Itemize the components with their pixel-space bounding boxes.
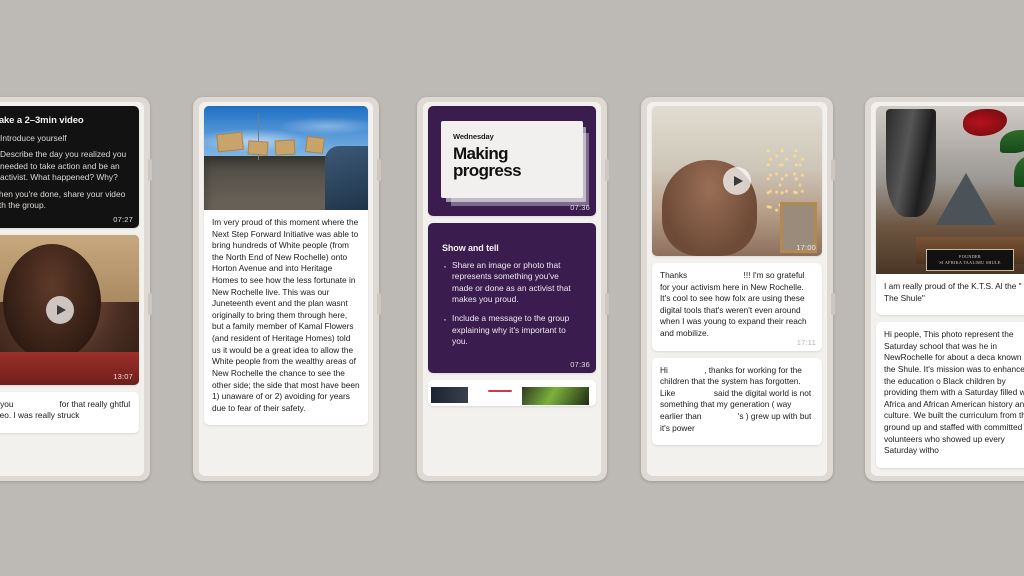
video-thumbnail[interactable] <box>0 234 139 385</box>
video-card[interactable]: 17:00 <box>652 106 822 256</box>
video-card[interactable]: 13:07 <box>0 234 139 385</box>
phone-screen-5: FOUNDER SI AFRIKA TAALIMU SHULE I am rea… <box>871 102 1024 476</box>
play-icon[interactable] <box>46 295 74 324</box>
award-photo[interactable]: FOUNDER SI AFRIKA TAALIMU SHULE <box>876 106 1024 274</box>
parked-car <box>325 145 368 210</box>
message-text: Thanks !!! I'm so grateful for your acti… <box>660 270 814 340</box>
prompt-bullet-list: Share an image or photo that represents … <box>442 258 582 348</box>
message-text-fragment: for that really <box>59 398 108 409</box>
presentation-slide: Wednesday Making progress <box>441 121 583 198</box>
message-card[interactable]: Hi , thanks for working for the children… <box>652 357 822 446</box>
message-text-fragment: !!! I'm so grateful for your activism he… <box>660 270 807 339</box>
message-card[interactable]: Hi people, This photo represent the Satu… <box>876 322 1024 468</box>
message-text: nk youfor that really ghtful video. I wa… <box>0 399 131 422</box>
prompt-bullet: Include a message to the group explainin… <box>442 311 582 348</box>
message-text: I am really proud of the K.T.S. Al the "… <box>884 281 1022 303</box>
pyramid-award <box>936 173 997 226</box>
phone-screen-3: Wednesday Making progress 07:36 Show and… <box>423 102 601 476</box>
message-feed-2[interactable]: Im very proud of this moment where the N… <box>199 102 373 476</box>
phone-screen-4: 17:00 Thanks !!! I'm so grateful for you… <box>647 102 827 476</box>
photo-message-card[interactable]: FOUNDER SI AFRIKA TAALIMU SHULE I am rea… <box>876 106 1024 316</box>
photo-fragment <box>431 387 469 403</box>
message-card[interactable]: Thanks !!! I'm so grateful for your acti… <box>652 263 822 351</box>
phone-screen-1: Make a 2–3min video Introduce yourself D… <box>0 102 144 476</box>
slide-title: Making progress <box>453 144 522 181</box>
timestamp: 07:36 <box>570 202 590 212</box>
prompt-heading: Make a 2–3min video <box>0 115 84 126</box>
leaf <box>1013 156 1024 187</box>
prompt-card[interactable]: Show and tell Share an image or photo th… <box>428 222 596 373</box>
prompt-tail-text: When you're done, share your video with … <box>0 188 126 211</box>
video-thumbnail[interactable] <box>652 106 822 256</box>
message-body: Hi , thanks for working for the children… <box>652 358 822 446</box>
prompt-card[interactable]: Make a 2–3min video Introduce yourself D… <box>0 106 139 228</box>
prompt-heading: Show and tell <box>442 242 499 253</box>
timestamp: 17:11 <box>796 337 816 347</box>
slide-day-label: Wednesday <box>453 132 494 141</box>
message-body: Hi people, This photo represent the Satu… <box>876 322 1024 468</box>
message-text-fragment: nk you <box>0 398 14 409</box>
message-feed-4[interactable]: 17:00 Thanks !!! I'm so grateful for you… <box>647 102 827 476</box>
timestamp: 07:27 <box>113 214 133 224</box>
message-card[interactable]: nk youfor that really ghtful video. I wa… <box>0 391 139 433</box>
message-text-fragment: Thanks <box>660 270 690 280</box>
phone-mockup-5: FOUNDER SI AFRIKA TAALIMU SHULE I am rea… <box>865 97 1024 481</box>
message-text: Im very proud of this moment where the N… <box>212 217 360 413</box>
leaf <box>1000 129 1024 154</box>
protest-sign <box>304 136 325 154</box>
message-text: Hi people, This photo represent the Satu… <box>884 329 1024 456</box>
phone-mockup-1: Make a 2–3min video Introduce yourself D… <box>0 97 152 481</box>
prompt-bullet: Describe the day you realized you needed… <box>0 149 129 183</box>
phone-mockup-4: 17:00 Thanks !!! I'm so grateful for you… <box>641 97 835 481</box>
photo-card-partial[interactable] <box>428 379 596 406</box>
timestamp: 17:00 <box>796 243 816 252</box>
play-icon[interactable] <box>723 167 751 195</box>
photo-caption: I am really proud of the K.T.S. Al the "… <box>876 274 1024 315</box>
message-feed-1[interactable]: Make a 2–3min video Introduce yourself D… <box>0 102 144 476</box>
prompt-body: Make a 2–3min video Introduce yourself D… <box>0 106 139 228</box>
photo-fragment <box>488 389 512 393</box>
protest-sign <box>274 139 295 156</box>
protest-photo[interactable] <box>204 106 368 210</box>
message-text: Hi , thanks for working for the children… <box>660 365 814 435</box>
message-feed-5[interactable]: FOUNDER SI AFRIKA TAALIMU SHULE I am rea… <box>871 102 1024 476</box>
slide-wrapper: Wednesday Making progress <box>428 106 596 216</box>
prompt-bullet: Share an image or photo that represents … <box>442 258 582 306</box>
plaque-line-2: SI AFRIKA TAALIMU SHULE <box>939 259 1001 265</box>
photo-fragment <box>522 386 590 405</box>
rose-flower <box>963 109 1008 137</box>
timestamp: 07:36 <box>570 359 590 369</box>
message-body: nk youfor that really ghtful video. I wa… <box>0 392 139 433</box>
phone-mockup-2: Im very proud of this moment where the N… <box>193 97 381 481</box>
photo-message-card[interactable]: Im very proud of this moment where the N… <box>204 106 368 426</box>
slide-card[interactable]: Wednesday Making progress 07:36 <box>428 106 596 216</box>
prompt-bullet-list: Introduce yourself Describe the day you … <box>0 133 129 184</box>
screenshot-canvas: Make a 2–3min video Introduce yourself D… <box>0 0 1024 576</box>
photo-caption: Im very proud of this moment where the N… <box>204 210 368 425</box>
protest-sign <box>247 140 269 156</box>
partial-photo[interactable] <box>428 379 596 406</box>
prompt-bullet: Introduce yourself <box>0 133 129 144</box>
prompt-body: Show and tell Share an image or photo th… <box>428 223 596 373</box>
phone-screen-2: Im very proud of this moment where the N… <box>199 102 373 476</box>
timestamp: 13:07 <box>113 371 133 381</box>
award-plaque: FOUNDER SI AFRIKA TAALIMU SHULE <box>926 248 1014 271</box>
phone-mockup-3: Wednesday Making progress 07:36 Show and… <box>417 97 609 481</box>
vase <box>886 109 937 217</box>
message-feed-3[interactable]: Wednesday Making progress 07:36 Show and… <box>423 102 601 476</box>
message-text-fragment: Hi <box>660 364 671 375</box>
protest-sign <box>216 131 245 153</box>
